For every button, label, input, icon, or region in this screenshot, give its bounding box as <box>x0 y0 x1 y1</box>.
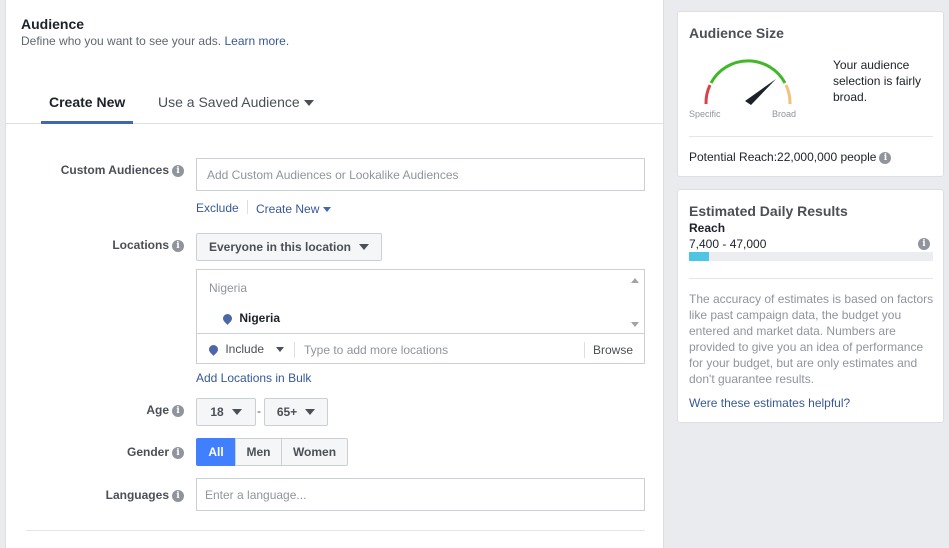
browse-button[interactable]: Browse <box>593 343 633 357</box>
audience-panel: Audience Define who you want to see your… <box>5 0 664 548</box>
location-type-dropdown[interactable]: Everyone in this location <box>196 233 382 261</box>
info-icon[interactable]: i <box>918 238 930 250</box>
audience-size-card: Audience Size Specific Broad Your audien… <box>677 11 944 177</box>
gauge-specific-label: Specific <box>689 109 721 119</box>
audience-title: Audience <box>21 16 85 32</box>
age-max-dropdown[interactable]: 65+ <box>264 398 328 426</box>
reach-bar-fill <box>689 252 709 261</box>
age-max-value: 65+ <box>276 405 298 419</box>
audience-subtitle-text: Define who you want to see your ads. <box>21 34 222 48</box>
add-location-input[interactable]: Type to add more locations <box>304 343 448 357</box>
languages-label: Languages i <box>26 488 184 502</box>
languages-label-text: Languages <box>105 488 169 502</box>
audience-size-divider <box>689 136 933 137</box>
info-icon[interactable]: i <box>172 164 184 177</box>
age-separator: - <box>257 404 261 418</box>
info-icon[interactable]: i <box>879 151 892 164</box>
custom-audiences-input[interactable]: Add Custom Audiences or Lookalike Audien… <box>196 158 645 191</box>
audience-size-description: Your audience selection is fairly broad. <box>833 58 922 104</box>
audience-size-title: Audience Size <box>689 25 784 41</box>
info-icon[interactable]: i <box>172 239 184 252</box>
reach-label: Reach <box>689 221 726 235</box>
link-divider <box>247 200 248 214</box>
include-divider <box>294 342 295 358</box>
age-label: Age i <box>26 403 184 417</box>
create-new-dropdown[interactable]: Create New <box>256 202 332 216</box>
selected-location[interactable]: Nigeria <box>221 311 281 326</box>
age-min-dropdown[interactable]: 18 <box>196 398 256 426</box>
custom-audiences-label-text: Custom Audiences <box>60 163 169 177</box>
location-box: Nigeria Nigeria Include Type to add more… <box>196 269 645 364</box>
caret-down-icon <box>231 409 242 415</box>
gender-label: Gender i <box>26 445 184 459</box>
tab-saved-audience-label: Use a Saved Audience <box>158 94 300 110</box>
daily-results-card: Estimated Daily Results Reach 7,400 - 47… <box>677 189 944 423</box>
daily-results-title: Estimated Daily Results <box>689 203 848 219</box>
info-icon[interactable]: i <box>172 489 184 502</box>
include-label: Include <box>225 342 265 356</box>
add-locations-bulk-link[interactable]: Add Locations in Bulk <box>196 371 311 385</box>
languages-input[interactable]: Enter a language... <box>196 478 645 511</box>
tab-saved-audience[interactable]: Use a Saved Audience <box>158 94 314 124</box>
potential-reach: Potential Reach:22,000,000 people i <box>689 150 892 164</box>
section-divider <box>26 530 645 531</box>
location-box-divider <box>197 333 644 334</box>
selected-location-label: Nigeria <box>239 311 281 325</box>
caret-down-icon <box>359 244 370 250</box>
scroll-down-arrow-icon[interactable] <box>631 322 639 327</box>
exclude-link[interactable]: Exclude <box>196 201 239 215</box>
location-pin-icon <box>221 312 234 326</box>
location-country-header: Nigeria <box>209 281 248 295</box>
caret-down-icon <box>323 207 332 213</box>
locations-label: Locations i <box>26 238 184 252</box>
potential-reach-text: Potential Reach:22,000,000 people <box>689 150 877 164</box>
age-min-value: 18 <box>210 405 224 419</box>
caret-down-icon <box>303 100 314 107</box>
audience-subtitle: Define who you want to see your ads. Lea… <box>21 34 289 48</box>
tab-create-new[interactable]: Create New <box>41 94 134 124</box>
info-icon[interactable]: i <box>172 404 184 417</box>
caret-down-icon <box>305 409 316 415</box>
learn-more-link[interactable]: Learn more. <box>224 34 289 48</box>
create-new-label: Create New <box>256 202 320 216</box>
browse-divider <box>584 342 585 358</box>
daily-results-divider <box>689 278 933 279</box>
custom-audiences-label: Custom Audiences i <box>26 163 184 177</box>
info-icon[interactable]: i <box>172 446 184 459</box>
locations-label-text: Locations <box>112 238 169 252</box>
gender-women-button[interactable]: Women <box>281 438 348 466</box>
include-dropdown[interactable]: Include <box>207 342 285 357</box>
gauge-broad-label: Broad <box>772 109 797 119</box>
gender-all-button[interactable]: All <box>196 438 236 466</box>
reach-bar-track <box>689 252 933 261</box>
location-type-label: Everyone in this location <box>208 240 352 254</box>
estimates-disclaimer: The accuracy of estimates is based on fa… <box>689 292 934 386</box>
estimates-helpful-link[interactable]: Were these estimates helpful? <box>689 396 850 410</box>
age-label-text: Age <box>146 403 169 417</box>
caret-down-icon <box>276 347 285 353</box>
location-pin-icon <box>207 343 220 357</box>
audience-tabs: Create New Use a Saved Audience <box>6 86 664 124</box>
gender-men-button[interactable]: Men <box>235 438 282 466</box>
audience-gauge-icon <box>704 59 792 105</box>
gender-label-text: Gender <box>126 445 169 459</box>
scroll-up-arrow-icon[interactable] <box>631 278 639 283</box>
reach-range: 7,400 - 47,000 <box>689 237 767 251</box>
